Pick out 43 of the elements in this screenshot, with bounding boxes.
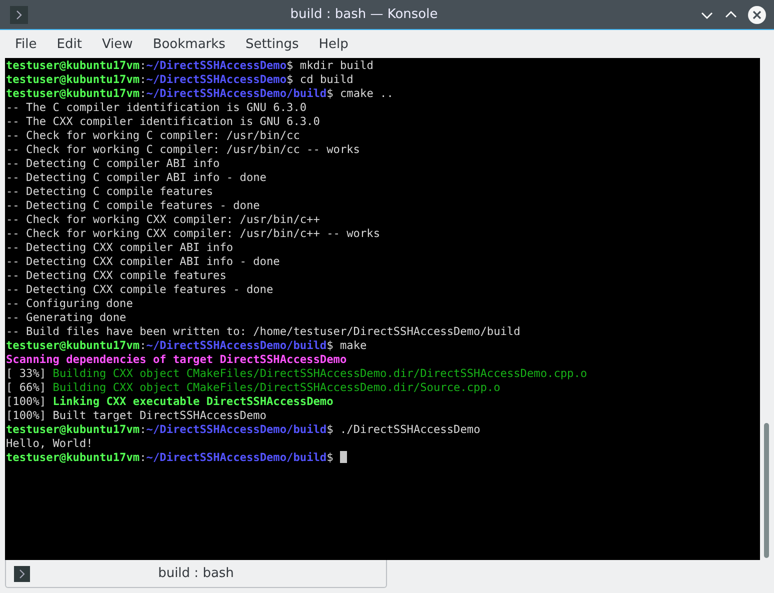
terminal-line: [ 33%] Building CXX object CMakeFiles/DirectSSHAccessDemo.dir/DirectSSHAccessDemo.cpp.o [6, 367, 588, 381]
terminal-line: -- Detecting CXX compiler ABI info [6, 241, 234, 255]
terminal-line: testuser@kubuntu17vm:~/DirectSSHAccessDemo/build$ [6, 451, 760, 465]
terminal-line: -- Configuring done [6, 297, 134, 311]
terminal-line: -- Generating done [6, 311, 128, 325]
terminal-line: -- Check for working C compiler: /usr/bin/cc [6, 129, 301, 143]
terminal-line: -- Check for working C compiler: /usr/bin/cc -- works [6, 143, 361, 157]
terminal-line: testuser@kubuntu17vm:~/DirectSSHAccessDemo$ mkdir build [6, 59, 374, 73]
terminal-line: testuser@kubuntu17vm:~/DirectSSHAccessDemo$ cd build [6, 73, 354, 87]
terminal-line: -- Check for working CXX compiler: /usr/bin/c++ [6, 213, 321, 227]
terminal-line: -- Check for working CXX compiler: /usr/bin/c++ -- works [6, 227, 382, 241]
terminal-line: -- Detecting CXX compile features - done [6, 283, 274, 297]
window-title: build : bash — Konsole [289, 7, 439, 22]
terminal-icon [14, 566, 30, 582]
terminal-line: -- Detecting CXX compile features [6, 269, 228, 283]
menu-item[interactable]: Settings [238, 36, 307, 52]
menu-item[interactable]: Bookmarks [146, 36, 234, 52]
menu-item[interactable]: File [8, 36, 45, 52]
terminal-line: -- Detecting C compiler ABI info - done [6, 171, 268, 185]
terminal-line: -- The CXX compiler identification is GNU 6.3.0 [6, 115, 321, 129]
terminal-icon [10, 6, 28, 24]
terminal-line: [100%] Built target DirectSSHAccessDemo [6, 409, 268, 423]
minimize-button[interactable] [700, 10, 714, 20]
terminal-line: Hello, World! [6, 437, 94, 451]
menu-item[interactable]: View [94, 36, 141, 52]
terminal-line: -- The C compiler identification is GNU 6.3.0 [6, 101, 308, 115]
session-tab[interactable]: build : bash [5, 560, 387, 588]
close-button[interactable] [748, 6, 766, 24]
terminal-line: -- Detecting C compile features [6, 185, 214, 199]
terminal-line: testuser@kubuntu17vm:~/DirectSSHAccessDemo/build$ cmake .. [6, 87, 394, 101]
terminal-line: -- Detecting CXX compiler ABI info - done [6, 255, 281, 269]
terminal-line: [ 66%] Building CXX object CMakeFiles/DirectSSHAccessDemo.dir/Source.cpp.o [6, 381, 502, 395]
terminal-line: [100%] Linking CXX executable DirectSSHAccessDemo [6, 395, 334, 409]
terminal-line: -- Build files have been written to: /home/testuser/DirectSSHAccessDemo/build [6, 325, 522, 339]
menu-item[interactable]: Help [312, 36, 356, 52]
maximize-button[interactable] [724, 10, 738, 20]
terminal-line: -- Detecting C compile features - done [6, 199, 261, 213]
terminal-line: testuser@kubuntu17vm:~/DirectSSHAccessDemo/build$ make [6, 339, 368, 353]
terminal-line: testuser@kubuntu17vm:~/DirectSSHAccessDemo/build$ ./DirectSSHAccessDemo [6, 423, 482, 437]
terminal-line: -- Detecting C compiler ABI info [6, 157, 221, 171]
terminal-line: Scanning dependencies of target DirectSSHAccessDemo [6, 353, 348, 367]
menu-item[interactable]: Edit [50, 36, 90, 52]
text-cursor [340, 451, 347, 463]
